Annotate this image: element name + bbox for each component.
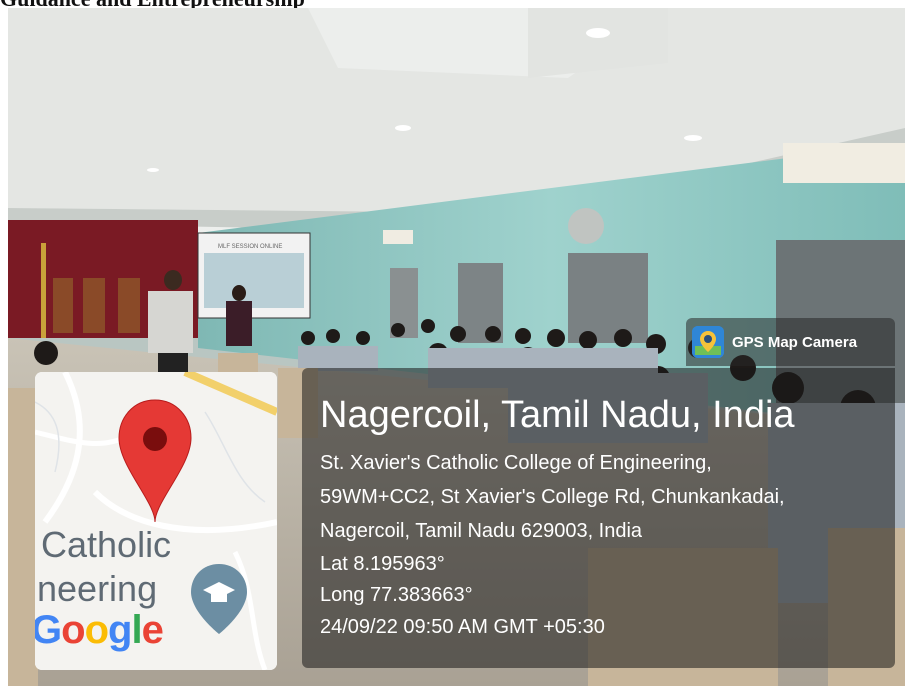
seminar-hall-photo: MLF SESSION ONLINE Catholic ineering Goo…: [8, 8, 905, 686]
location-info-panel: Nagercoil, Tamil Nadu, India St. Xavier'…: [302, 368, 895, 668]
address-line-3: Nagercoil, Tamil Nadu 629003, India: [320, 520, 643, 542]
latitude: Lat 8.195963°: [320, 553, 445, 575]
gps-camera-badge: GPS Map Camera: [686, 318, 895, 366]
longitude: Long 77.383663°: [320, 584, 473, 606]
map-label-engineering: ineering: [35, 568, 158, 609]
app-name: GPS Map Camera: [732, 334, 858, 351]
map-thumbnail: Catholic ineering Google: [35, 372, 277, 670]
address-line-1: St. Xavier's Catholic College of Enginee…: [320, 452, 712, 474]
address-line-2: 59WM+CC2, St Xavier's College Rd, Chunka…: [320, 486, 785, 508]
google-logo: Google: [35, 608, 164, 652]
gps-map-camera-icon: [692, 326, 724, 358]
city-line: Nagercoil, Tamil Nadu, India: [320, 394, 795, 436]
graduation-cap-icon: [191, 564, 247, 634]
map-label-catholic: Catholic: [41, 524, 172, 565]
timestamp: 24/09/22 09:50 AM GMT +05:30: [320, 616, 605, 638]
projector-slide-title: MLF SESSION ONLINE: [218, 244, 282, 250]
